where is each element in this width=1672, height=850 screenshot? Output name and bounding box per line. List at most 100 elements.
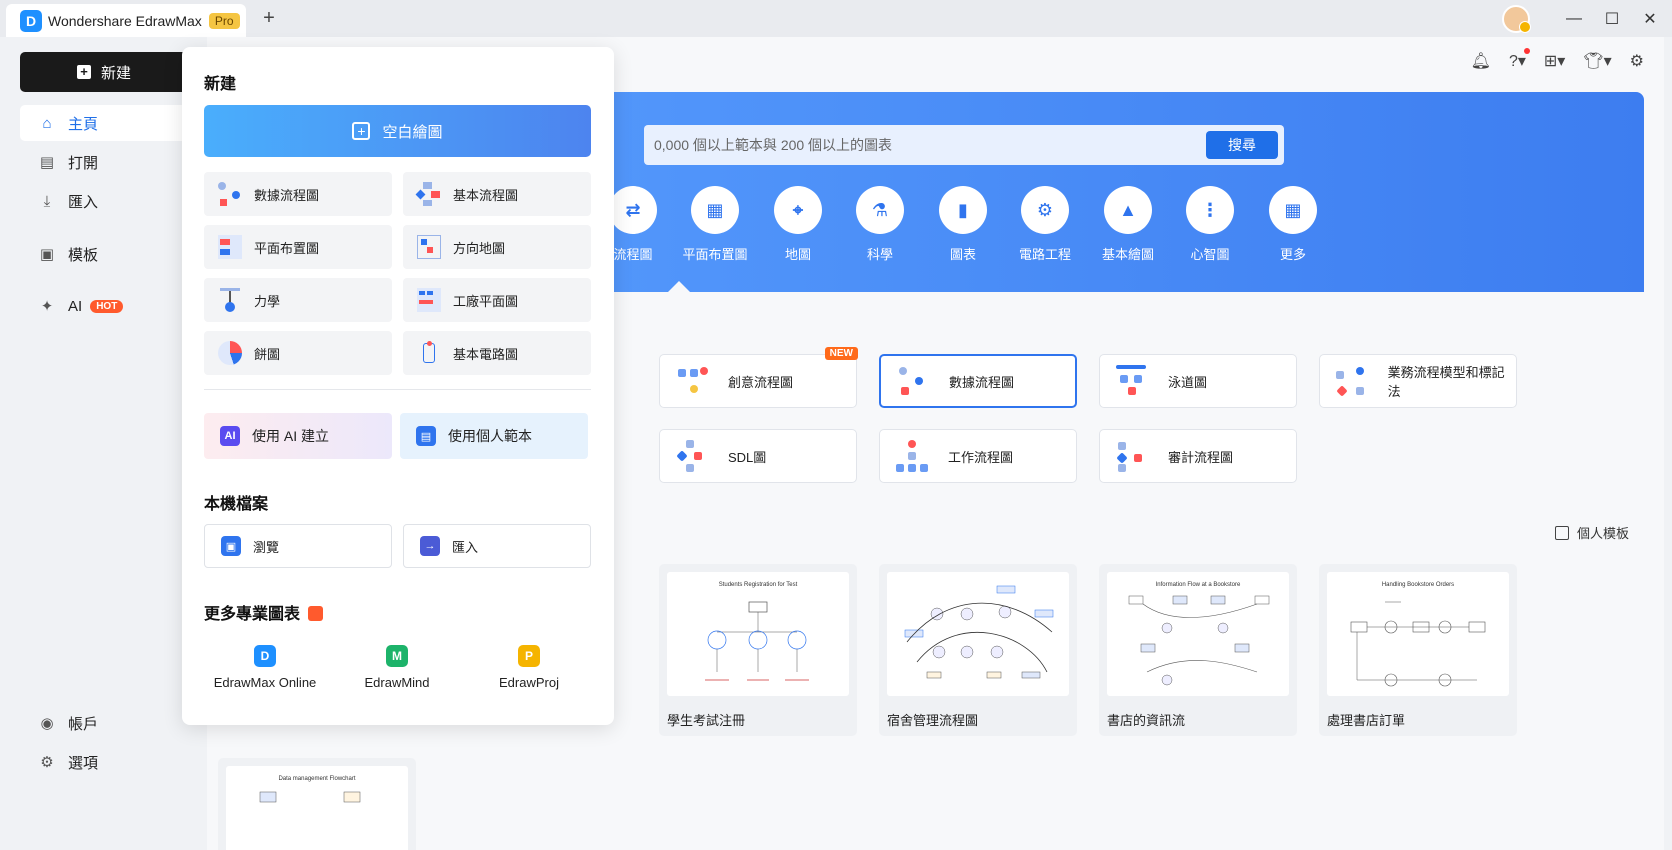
search-input[interactable]: 0,000 個以上範本與 200 個以上的圖表 — [654, 135, 1206, 155]
diagram-preview — [1128, 595, 1270, 686]
template-creative-flowchart[interactable]: 創意流程圖 NEW — [659, 347, 858, 408]
template-sdl[interactable]: SDL圖 — [659, 429, 857, 483]
product-label: EdrawMind — [364, 675, 430, 690]
use-personal-template-button[interactable]: ▤ 使用個人範本 — [400, 413, 588, 459]
template-swimlane[interactable]: 泳道圖 — [1099, 354, 1297, 408]
category-label: 更多 — [1279, 247, 1306, 262]
new-tab-button[interactable]: + — [258, 7, 280, 29]
personal-templates-label: 個人模板 — [1576, 526, 1629, 541]
sidebar-item-templates[interactable]: ▣ 模板 — [20, 236, 188, 272]
search-button[interactable]: 搜尋 — [1206, 131, 1278, 159]
popup-title: 新建 — [204, 76, 237, 93]
gear-icon: ⚙ — [40, 754, 54, 771]
thumbnail-image: Data management Flowchart — [226, 766, 408, 850]
diagram-preview — [705, 601, 809, 681]
apps-icon[interactable]: ⊞▾ — [1544, 51, 1565, 71]
new-badge: NEW — [824, 347, 858, 360]
import-button[interactable]: → 匯入 — [403, 524, 591, 568]
personal-templates-link[interactable]: 個人模板 — [1554, 523, 1629, 542]
category-more[interactable]: ▦ 更多 — [1248, 186, 1338, 263]
thumbnail-card[interactable]: Students Registration for Test 學生考試注冊 — [659, 564, 857, 736]
popup-item-floor-plan[interactable]: 平面布置圖 — [204, 225, 392, 269]
settings-icon[interactable]: ⚙ — [1630, 51, 1644, 71]
thumbnail-title: 宿舍管理流程圖 — [887, 713, 979, 728]
category-floorplan[interactable]: ▦ 平面布置圖 — [670, 186, 760, 263]
circuit-icon: ⚙ — [1021, 186, 1069, 234]
popup-item-label: 基本電路圖 — [453, 346, 519, 362]
template-bpmn[interactable]: 業務流程模型和標記法 — [1319, 354, 1517, 408]
sidebar-item-import[interactable]: ⤓ 匯入 — [20, 183, 188, 219]
thumbnail-image: Handling Bookstore Orders — [1327, 572, 1509, 696]
pie-chart-icon — [218, 341, 242, 365]
template-label: 創意流程圖 — [728, 374, 794, 390]
shirt-icon[interactable]: 👕︎▾ — [1583, 51, 1611, 71]
close-button[interactable]: ✕ — [1634, 9, 1666, 29]
new-document-popup: 新建 + 空白繪圖 數據流程圖 基本流程圖 平面布置圖 方向地圖 力學 工廠平面… — [182, 47, 614, 725]
thumbnail-card[interactable]: Handling Bookstore Orders 處理書店訂單 — [1319, 564, 1517, 736]
new-button[interactable]: + 新建 — [20, 52, 188, 92]
browse-button[interactable]: ▣ 瀏覽 — [204, 524, 392, 568]
create-with-ai-button[interactable]: AI 使用 AI 建立 — [204, 413, 392, 459]
thumbnail-card[interactable]: 宿舍管理流程圖 — [879, 564, 1077, 736]
app-tab[interactable]: D Wondershare EdrawMax Pro — [6, 4, 246, 37]
basic-circuit-icon — [417, 341, 441, 365]
template-search[interactable]: 0,000 個以上範本與 200 個以上的圖表 搜尋 — [644, 125, 1284, 165]
sidebar-item-label: 匯入 — [68, 193, 99, 211]
more-grid-icon: ▦ — [1269, 186, 1317, 234]
product-edrawmind[interactable]: M EdrawMind — [327, 645, 467, 690]
plus-icon: + — [76, 65, 91, 79]
edrawmind-icon: M — [386, 645, 408, 667]
popup-item-factory-layout[interactable]: 工廠平面圖 — [403, 278, 591, 322]
sidebar-item-account[interactable]: ◉ 帳戶 — [20, 705, 188, 741]
category-map[interactable]: ⌖ 地圖 — [753, 186, 843, 263]
template-audit-flowchart[interactable]: 審計流程圖 — [1099, 429, 1297, 483]
template-data-flowchart[interactable]: 數據流程圖 — [879, 354, 1077, 408]
sidebar-item-options[interactable]: ⚙ 選項 — [20, 744, 188, 780]
home-icon: ⌂ — [42, 114, 52, 132]
template-icon: ▤ — [416, 426, 436, 446]
thumbnail-card[interactable]: Information Flow at a Bookstore 書店的資訊流 — [1099, 564, 1297, 736]
popup-item-mechanics[interactable]: 力學 — [204, 278, 392, 322]
sidebar-item-label: 主頁 — [68, 115, 99, 133]
mechanics-icon — [218, 288, 242, 312]
popup-item-directional-map[interactable]: 方向地圖 — [403, 225, 591, 269]
help-icon[interactable]: ?▾ — [1509, 48, 1530, 71]
factory-layout-icon — [417, 288, 441, 312]
plus-icon: + — [352, 122, 371, 140]
popup-item-data-flowchart[interactable]: 數據流程圖 — [204, 172, 392, 216]
sidebar-item-home[interactable]: ⌂ 主頁 — [20, 105, 188, 141]
blank-drawing-label: 空白繪圖 — [382, 123, 443, 141]
diagram-preview — [259, 791, 361, 803]
minimize-button[interactable]: — — [1558, 10, 1590, 28]
template-workflow[interactable]: 工作流程圖 — [879, 429, 1077, 483]
product-edrawproj[interactable]: P EdrawProj — [459, 645, 599, 690]
popup-item-basic-circuit[interactable]: 基本電路圖 — [403, 331, 591, 375]
product-edrawmax-online[interactable]: D EdrawMax Online — [195, 645, 335, 690]
sidebar-item-ai[interactable]: ✦ AI HOT — [20, 288, 188, 324]
category-chart[interactable]: ▮ 圖表 — [918, 186, 1008, 263]
thumbnail-card[interactable]: Data management Flowchart — [218, 758, 416, 850]
thumbnail-title: 學生考試注冊 — [667, 713, 746, 728]
maximize-button[interactable]: ☐ — [1596, 9, 1628, 29]
gift-icon — [308, 606, 324, 621]
blank-drawing-button[interactable]: + 空白繪圖 — [204, 105, 591, 157]
category-basic[interactable]: ▲ 基本繪圖 — [1083, 186, 1173, 263]
sidebar-item-label: 打開 — [68, 154, 99, 172]
popup-item-basic-flowchart[interactable]: 基本流程圖 — [403, 172, 591, 216]
user-avatar[interactable] — [1502, 4, 1531, 33]
browse-label: 瀏覽 — [253, 539, 280, 555]
basic-flowchart-icon — [415, 182, 441, 206]
template-label: SDL圖 — [728, 449, 767, 465]
popup-item-pie-chart[interactable]: 餅圖 — [204, 331, 392, 375]
sidebar-item-open[interactable]: ▤ 打開 — [20, 144, 188, 180]
category-label: 心智圖 — [1190, 247, 1230, 262]
template-icon — [1554, 525, 1569, 540]
bell-icon[interactable]: 🔔︎ — [1471, 51, 1491, 71]
category-circuit[interactable]: ⚙ 電路工程 — [1000, 186, 1090, 263]
use-personal-template-label: 使用個人範本 — [448, 428, 532, 444]
flask-icon: ⚗ — [856, 186, 904, 234]
category-mindmap[interactable]: ⋮ 心智圖 — [1165, 186, 1255, 263]
category-label: 科學 — [866, 247, 893, 262]
category-science[interactable]: ⚗ 科學 — [835, 186, 925, 263]
file-icon: ▤ — [39, 154, 55, 171]
